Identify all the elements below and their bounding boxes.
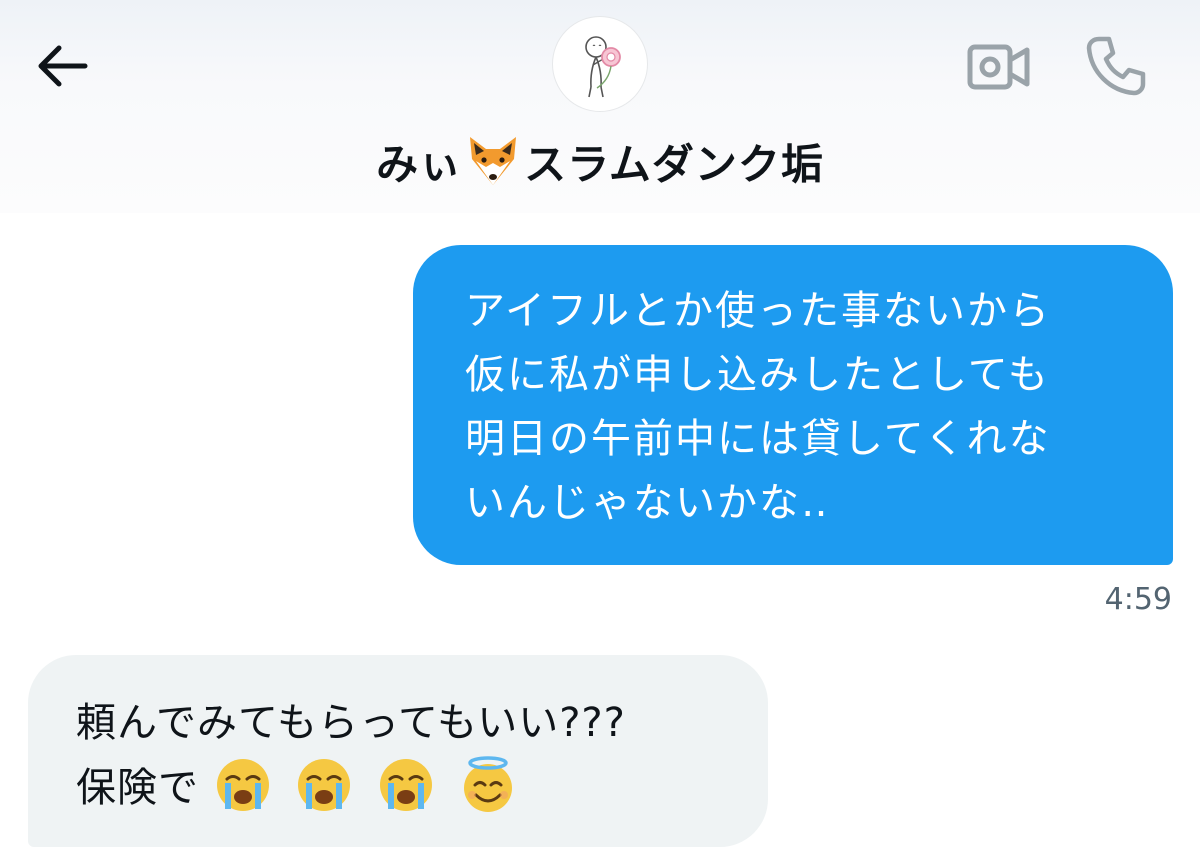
back-arrow-icon — [38, 45, 88, 87]
phone-icon — [1086, 36, 1146, 96]
incoming-message-line-2: 保険で — [76, 755, 728, 820]
smiling-face-with-halo-icon — [463, 756, 512, 812]
dm-conversation-screen: みぃ スラムダンク垢 アイフルとか使った事ないから 仮に私が申し込みしたとしても… — [0, 0, 1200, 856]
loudly-crying-face-icon — [216, 759, 269, 811]
fox-face-icon — [470, 137, 517, 185]
contact-name-part2: スラムダンク垢 — [524, 139, 824, 189]
loudly-crying-face-icon — [380, 759, 433, 811]
conversation-header: みぃ スラムダンク垢 — [0, 0, 1200, 213]
video-call-button[interactable] — [962, 36, 1036, 98]
outgoing-message-bubble[interactable]: アイフルとか使った事ないから 仮に私が申し込みしたとしても 明日の午前中には貸し… — [413, 245, 1173, 565]
contact-name[interactable]: みぃ スラムダンク垢 — [280, 128, 920, 194]
loudly-crying-face-icon — [298, 759, 351, 811]
contact-avatar[interactable] — [552, 16, 648, 112]
avatar-illustration — [585, 36, 621, 98]
back-button[interactable] — [30, 38, 92, 94]
video-camera-icon — [967, 44, 1030, 90]
incoming-message-line-1: 頼んでみてもらってもいい??? — [76, 700, 626, 746]
incoming-message-bubble[interactable]: 頼んでみてもらってもいい??? 保険で — [28, 655, 768, 847]
contact-name-part1: みぃ — [376, 139, 463, 189]
outgoing-message-text: アイフルとか使った事ないから 仮に私が申し込みしたとしても 明日の午前中には貸し… — [465, 288, 1051, 526]
message-timestamp: 4:59 — [1104, 582, 1172, 617]
incoming-message-line-2-text: 保険で — [76, 765, 199, 811]
voice-call-button[interactable] — [1080, 28, 1154, 102]
